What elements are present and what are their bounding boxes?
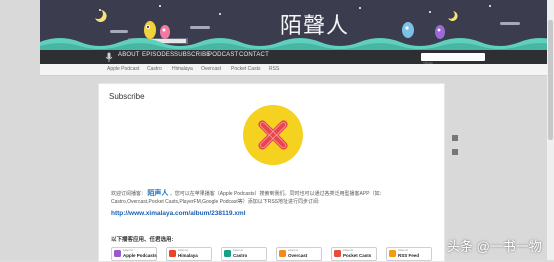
side-share-icon[interactable] xyxy=(452,149,458,155)
page-title: Subscribe xyxy=(109,92,145,101)
subnav-himalaya[interactable]: Himalaya xyxy=(172,66,193,72)
subnav-pocket-casts[interactable]: Pocket Casts xyxy=(231,66,260,72)
badge-name: Apple Podcasts xyxy=(123,253,157,258)
badge-small-label: Listen on xyxy=(398,249,409,252)
badge-name: RSS Feed xyxy=(398,253,420,258)
apple-podcasts-icon xyxy=(114,250,121,257)
desc-prefix: 欢迎订阅播客： xyxy=(111,191,147,197)
brand-name: 陌声人 xyxy=(147,190,169,197)
subscribe-description: 欢迎订阅播客： 陌声人 ，您可以在苹果播客（Apple Podcasts）搜索到… xyxy=(111,190,411,206)
nav-item-podcast[interactable]: PODCAST xyxy=(208,52,238,58)
microphone-icon xyxy=(105,52,113,62)
badge-small-label: Listen on xyxy=(178,249,189,252)
badge-overcast[interactable]: Listen on Overcast xyxy=(276,247,322,261)
nav-item-episodes[interactable]: EPISODES xyxy=(142,52,174,58)
site-banner: 陌聲人 xyxy=(40,0,548,50)
subnav-overcast[interactable]: Overcast xyxy=(201,66,221,72)
badge-small-label: Listen on xyxy=(233,249,244,252)
badge-name: Pocket Casts xyxy=(343,253,372,258)
subnav-castro[interactable]: Castro xyxy=(147,66,162,72)
badge-name: Castro xyxy=(233,253,248,258)
himalaya-icon xyxy=(169,250,176,257)
badge-himalaya[interactable]: Listen on Himalaya xyxy=(166,247,212,261)
scrollbar-thumb[interactable] xyxy=(548,20,553,140)
badge-apple-podcasts[interactable]: Listen on Apple Podcasts xyxy=(111,247,157,261)
sub-nav: Apple Podcast Castro Himalaya Overcast P… xyxy=(40,64,548,76)
nav-item-about[interactable]: ABOUT xyxy=(118,52,140,58)
badge-castro[interactable]: Listen on Castro xyxy=(221,247,267,261)
side-comment-icon[interactable] xyxy=(452,135,458,141)
badge-name: Himalaya xyxy=(178,253,198,258)
pocket-casts-icon xyxy=(334,250,341,257)
platforms-heading: 以下播客应用、任君选用: xyxy=(111,237,174,243)
overcast-icon xyxy=(279,250,286,257)
rss-url-link[interactable]: http://www.ximalaya.com/album/238119.xml xyxy=(111,210,246,217)
watermark: 头条 @一书一物 xyxy=(447,239,542,254)
nav-item-subscribe[interactable]: SUBSCRIBE xyxy=(174,52,210,58)
subscribe-card: Subscribe 欢迎订阅播客： 陌声人 ，您可以在苹果播客（Apple Po… xyxy=(98,83,445,262)
site-title: 陌聲人 xyxy=(280,14,350,39)
badge-small-label: Listen on xyxy=(123,249,134,252)
badge-rss-feed[interactable]: Listen on RSS Feed xyxy=(386,247,432,261)
rss-icon xyxy=(389,250,396,257)
subnav-apple-podcast[interactable]: Apple Podcast xyxy=(107,66,139,72)
subnav-rss[interactable]: RSS xyxy=(269,66,279,72)
badge-name: Overcast xyxy=(288,253,308,258)
main-nav: ABOUT EPISODES SUBSCRIBE PODCAST CONTACT xyxy=(40,50,548,69)
badge-small-label: Listen on xyxy=(288,249,299,252)
podcast-logo xyxy=(243,105,303,165)
search-box xyxy=(421,53,485,69)
badge-pocket-casts[interactable]: Listen on Pocket Casts xyxy=(331,247,377,261)
castro-icon xyxy=(224,250,231,257)
badge-small-label: Listen on xyxy=(343,249,354,252)
nav-item-contact[interactable]: CONTACT xyxy=(239,52,269,58)
